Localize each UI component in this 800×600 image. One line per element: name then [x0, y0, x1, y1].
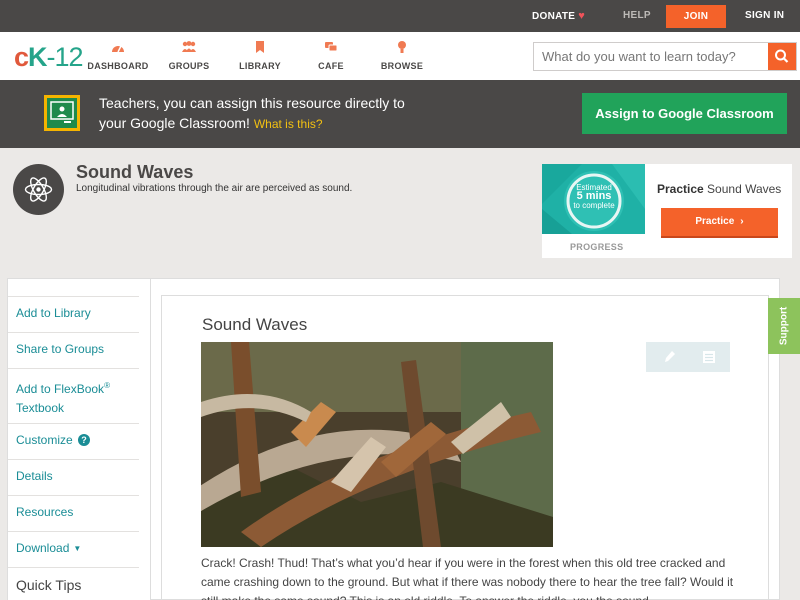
sidebar-resources[interactable]: Resources	[16, 503, 139, 522]
textbook-label: Textbook	[16, 401, 65, 415]
practice-topic: Sound Waves	[707, 182, 782, 196]
search-icon	[775, 49, 789, 63]
annotation-tools	[646, 342, 730, 372]
article-title: Sound Waves	[202, 315, 308, 334]
logo-dash: -	[46, 42, 56, 72]
sidebar-divider	[8, 332, 139, 333]
progress-badge: Estimated 5 mins to complete	[542, 164, 645, 234]
fallen-tree-image	[201, 342, 553, 547]
flexbook-label: Add to FlexBook	[16, 382, 105, 396]
sidebar-add-to-library[interactable]: Add to Library	[16, 304, 139, 323]
help-icon[interactable]: ?	[78, 434, 91, 446]
help-link[interactable]: HELP	[623, 0, 651, 32]
quick-tips-heading: Quick Tips	[16, 577, 82, 593]
banner-message: Teachers, you can assign this resource d…	[99, 93, 459, 134]
nav-browse[interactable]: BROWSE	[362, 40, 442, 71]
ck12-logo[interactable]: cK-12	[14, 42, 84, 73]
chevron-right-icon: ›	[740, 216, 744, 227]
sidebar-download[interactable]: Download ▼	[16, 539, 139, 558]
what-is-this-link[interactable]: What is this?	[254, 117, 323, 131]
nav-dashboard-label: DASHBOARD	[87, 61, 149, 71]
support-tab[interactable]: Support	[768, 298, 800, 354]
assign-google-classroom-button[interactable]: Assign to Google Classroom	[582, 93, 787, 134]
nav-library[interactable]: LIBRARY	[220, 40, 300, 71]
banner-line2: your Google Classroom!	[99, 115, 250, 131]
sidebar-divider	[8, 459, 139, 460]
sidebar-divider	[8, 495, 139, 496]
cafe-icon	[291, 40, 371, 58]
nav-cafe[interactable]: CAFE	[291, 40, 371, 71]
atom-icon	[13, 164, 64, 215]
concept-title: Sound Waves	[76, 162, 194, 182]
join-button[interactable]: JOIN	[666, 5, 726, 28]
browse-icon	[362, 40, 442, 58]
sidebar-divider	[8, 567, 139, 568]
heart-icon: ♥	[578, 10, 586, 22]
practice-button[interactable]: Practice ›	[661, 208, 778, 238]
google-classroom-icon	[44, 95, 80, 131]
sidebar-divider	[8, 296, 139, 297]
sidebar-divider	[8, 531, 139, 532]
logo-k: K	[28, 42, 47, 72]
search-button[interactable]	[768, 43, 796, 70]
top-utility-bar: DONATE ♥ HELP JOIN SIGN IN	[0, 0, 800, 32]
practice-bold: Practice	[657, 182, 704, 196]
badge-to-complete: to complete	[573, 201, 615, 210]
sidebar-details[interactable]: Details	[16, 467, 139, 486]
nav-cafe-label: CAFE	[318, 61, 344, 71]
donate-link[interactable]: DONATE ♥	[532, 0, 585, 32]
nav-groups[interactable]: GROUPS	[149, 40, 229, 71]
donate-label: DONATE	[532, 11, 576, 22]
sign-in-link[interactable]: SIGN IN	[745, 0, 784, 32]
nav-library-label: LIBRARY	[239, 61, 281, 71]
note-icon[interactable]	[700, 348, 718, 366]
nav-groups-label: GROUPS	[168, 61, 210, 71]
dashboard-icon	[78, 40, 158, 58]
sidebar-share-to-groups[interactable]: Share to Groups	[16, 340, 139, 359]
nav-dashboard[interactable]: DASHBOARD	[78, 40, 158, 71]
search-box	[533, 42, 797, 71]
customize-label: Customize	[16, 433, 73, 447]
support-label: Support	[778, 306, 790, 346]
sidebar-customize[interactable]: Customize ?	[16, 431, 139, 450]
concept-description: Longitudinal vibrations through the air …	[76, 183, 353, 194]
sidebar-divider	[8, 368, 139, 369]
progress-label: PROGRESS	[570, 242, 624, 252]
practice-title: Practice Sound Waves	[657, 182, 781, 196]
article-paragraph: Crack! Crash! Thud! That’s what you’d he…	[201, 556, 734, 600]
groups-icon	[149, 40, 229, 58]
pencil-icon[interactable]	[660, 348, 678, 366]
practice-button-label: Practice	[695, 216, 735, 227]
caret-down-icon: ▼	[73, 544, 82, 553]
download-label: Download	[16, 541, 70, 555]
registered-mark: ®	[104, 381, 110, 390]
banner-line1: Teachers, you can assign this resource d…	[99, 95, 405, 111]
nav-browse-label: BROWSE	[380, 61, 424, 71]
sidebar-divider	[8, 423, 139, 424]
search-input[interactable]	[534, 43, 768, 70]
logo-c: c	[14, 42, 29, 72]
sidebar-add-to-flexbook[interactable]: Add to FlexBook® Textbook	[16, 376, 139, 418]
library-icon	[220, 40, 300, 58]
